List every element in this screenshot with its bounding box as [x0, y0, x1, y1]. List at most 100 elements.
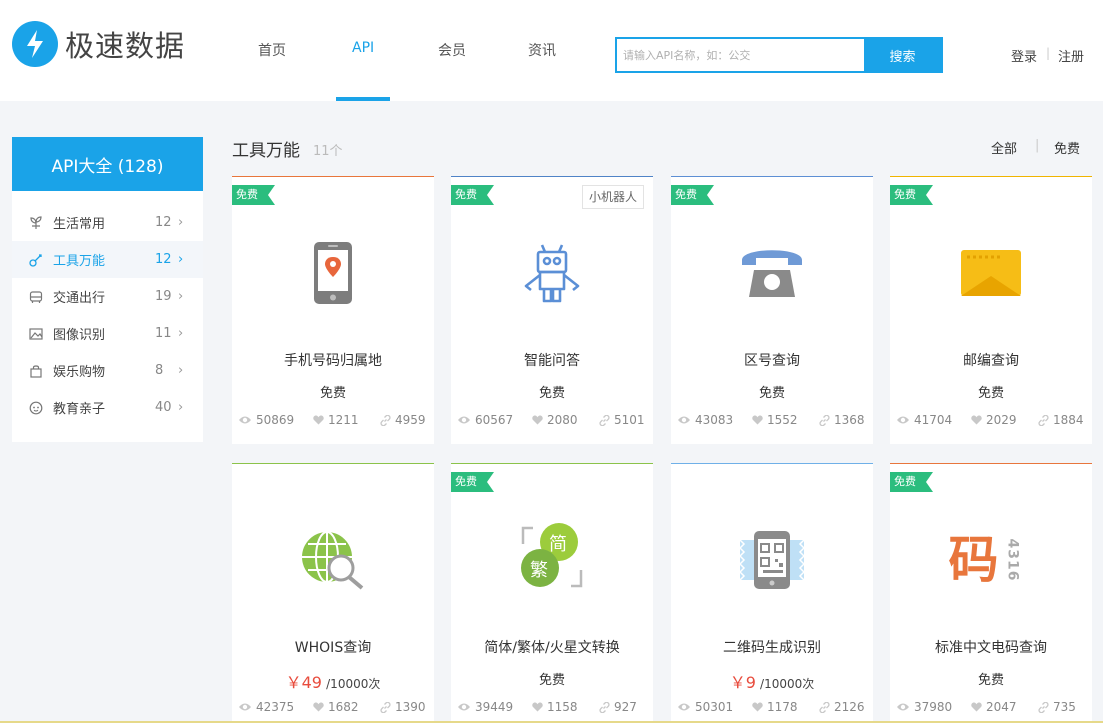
likes-stat: 1178: [752, 700, 798, 714]
free-badge: 免费: [890, 185, 933, 205]
views-stat: 43083: [677, 413, 733, 427]
category-count: 8: [155, 363, 164, 378]
logo-text: 极速数据: [65, 29, 186, 63]
api-name[interactable]: 简体/繁体/火星文转换: [451, 637, 653, 657]
views-stat: 42375: [238, 700, 294, 714]
api-name[interactable]: 区号查询: [671, 350, 873, 370]
heart-icon: [313, 702, 324, 712]
links-count: 1368: [834, 413, 865, 427]
links-stat: 1390: [380, 700, 426, 714]
category-item-tools[interactable]: 工具万能 12 ›: [12, 241, 203, 278]
nav-api[interactable]: API: [352, 40, 374, 56]
category-label: 工具万能: [53, 254, 106, 269]
nav-active-indicator: [336, 97, 390, 101]
category-list: 生活常用 12 › 工具万能 12 › 交通出行 19 › 图像识别 11 › …: [12, 191, 203, 442]
api-card[interactable]: 免费 小机器人 智能问答 免费 60567 2080 5101: [451, 176, 653, 444]
filter-free[interactable]: 免费: [1054, 138, 1080, 157]
views-stat: 37980: [896, 700, 952, 714]
search-input[interactable]: [617, 39, 864, 71]
free-badge: 免费: [671, 185, 714, 205]
envelope-icon: [953, 235, 1029, 311]
eye-icon: [678, 416, 690, 424]
api-name[interactable]: 标准中文电码查询: [890, 637, 1092, 657]
api-name[interactable]: 二维码生成识别: [671, 637, 873, 657]
category-label: 图像识别: [53, 328, 106, 343]
likes-stat: 1552: [752, 413, 798, 427]
nav-home[interactable]: 首页: [258, 40, 286, 60]
category-count: 19: [155, 289, 172, 304]
links-stat: 2126: [819, 700, 865, 714]
api-card[interactable]: 免费 手机号码归属地 免费 50869 1211 4959: [232, 176, 434, 444]
section-title: 工具万能: [232, 141, 300, 161]
category-item-image[interactable]: 图像识别 11 ›: [12, 315, 203, 352]
top-header: 极速数据 首页 API 会员 资讯 搜索 登录 | 注册: [0, 0, 1103, 101]
api-card[interactable]: 免费 邮编查询 免费 41704 2029 1884: [890, 176, 1092, 444]
likes-count: 2047: [986, 700, 1017, 714]
category-item-education[interactable]: 教育亲子 40 ›: [12, 389, 203, 426]
links-count: 735: [1053, 700, 1076, 714]
nav-news[interactable]: 资讯: [528, 40, 556, 60]
api-card[interactable]: WHOIS查询 ￥49 /10000次 42375 1682 1390: [232, 463, 434, 723]
eye-icon: [239, 416, 251, 424]
api-price: 免费: [977, 386, 1004, 401]
link-icon: [819, 414, 830, 426]
chevron-right-icon: ›: [178, 289, 184, 304]
api-card[interactable]: 免费 码 4316 标准中文电码查询 免费 37980 2047 735: [890, 463, 1092, 723]
category-label: 娱乐购物: [53, 365, 106, 380]
link-icon: [599, 414, 610, 426]
links-count: 4959: [395, 413, 426, 427]
api-name[interactable]: 邮编查询: [890, 350, 1092, 370]
views-stat: 60567: [457, 413, 513, 427]
likes-count: 1178: [767, 700, 798, 714]
filter-all[interactable]: 全部: [991, 138, 1017, 157]
links-stat: 4959: [380, 413, 426, 427]
link-icon: [380, 414, 391, 426]
likes-stat: 2029: [971, 413, 1017, 427]
free-badge: 免费: [451, 472, 494, 492]
category-item-shopping[interactable]: 娱乐购物 8 ›: [12, 352, 203, 389]
links-stat: 927: [599, 700, 637, 714]
robot-icon: [514, 235, 590, 311]
category-item-life[interactable]: 生活常用 12 ›: [12, 204, 203, 241]
filter-separator: |: [1035, 138, 1040, 153]
register-link[interactable]: 注册: [1058, 46, 1084, 65]
category-sidebar: API大全 (128) 生活常用 12 › 工具万能 12 › 交通出行 19 …: [12, 137, 203, 442]
price-amount: ￥49: [285, 673, 322, 692]
sidebar-title[interactable]: API大全 (128): [12, 137, 203, 191]
heart-icon: [752, 415, 763, 425]
auth-separator: |: [1046, 46, 1051, 60]
chevron-right-icon: ›: [178, 252, 184, 267]
api-card[interactable]: 免费 区号查询 免费 43083 1552 1368: [671, 176, 873, 444]
logo[interactable]: 极速数据: [12, 21, 185, 67]
views-stat: 41704: [896, 413, 952, 427]
likes-count: 1552: [767, 413, 798, 427]
nav-member[interactable]: 会员: [438, 40, 466, 60]
bus-icon: [28, 289, 44, 305]
links-stat: 735: [1038, 700, 1076, 714]
api-card[interactable]: 二维码生成识别 ￥9 /10000次 50301 1178 2126: [671, 463, 873, 723]
views-count: 39449: [475, 700, 514, 714]
category-label: 交通出行: [53, 291, 106, 306]
eye-icon: [458, 416, 470, 424]
login-link[interactable]: 登录: [1011, 46, 1037, 65]
link-icon: [380, 701, 391, 713]
api-name[interactable]: 手机号码归属地: [232, 350, 434, 370]
api-price: ￥49 /10000次: [232, 669, 434, 693]
links-stat: 1368: [819, 413, 865, 427]
heart-icon: [971, 415, 982, 425]
api-name[interactable]: WHOIS查询: [232, 637, 434, 657]
category-label: 教育亲子: [53, 402, 106, 417]
likes-count: 1158: [547, 700, 578, 714]
likes-stat: 1158: [532, 700, 578, 714]
api-price: ￥9 /10000次: [671, 669, 873, 693]
api-name[interactable]: 智能问答: [451, 350, 653, 370]
chevron-right-icon: ›: [178, 215, 184, 230]
category-item-traffic[interactable]: 交通出行 19 ›: [12, 278, 203, 315]
search-button[interactable]: 搜索: [864, 39, 941, 71]
likes-count: 1682: [328, 700, 359, 714]
lightning-icon: [12, 21, 58, 67]
search-box: 搜索: [615, 37, 943, 73]
api-card[interactable]: 免费 简 繁 简体/繁体/火星文转换 免费 39449 1158 927: [451, 463, 653, 723]
heart-icon: [752, 702, 763, 712]
phone-location-icon: [295, 235, 371, 311]
